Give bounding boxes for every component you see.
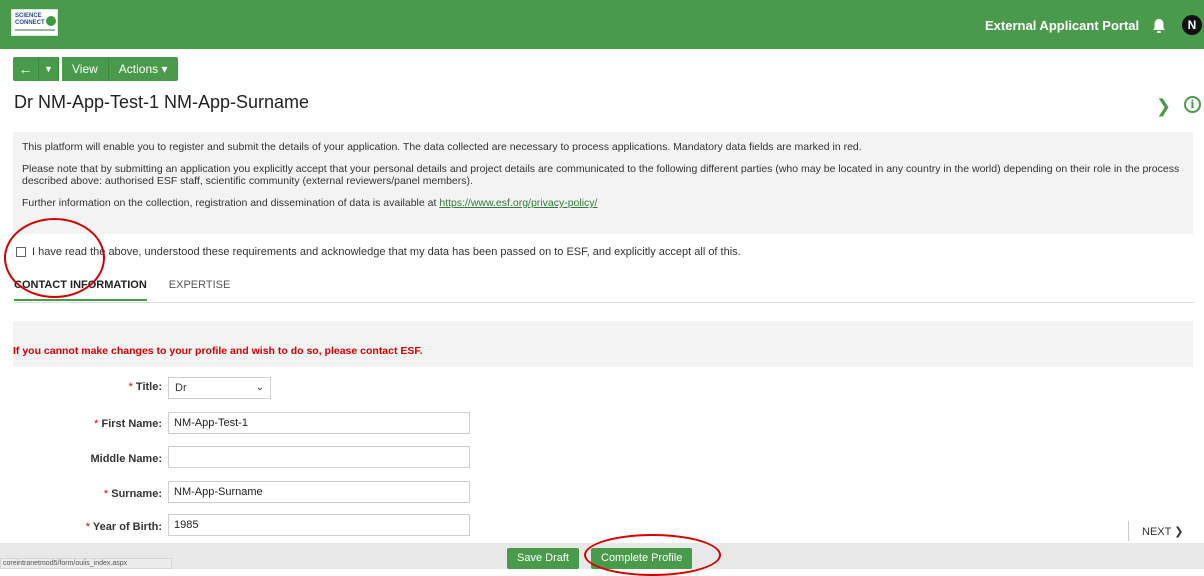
complete-profile-button[interactable]: Complete Profile (591, 548, 693, 569)
tab-contact-information[interactable]: CONTACT INFORMATION (14, 279, 147, 301)
surname-field[interactable]: NM-App-Surname (168, 481, 470, 503)
year-of-birth-field[interactable]: 1985 (168, 514, 470, 536)
title-select[interactable]: Dr ⌄ (168, 377, 271, 399)
chevron-down-icon: ⌄ (255, 382, 264, 393)
next-divider (1128, 521, 1129, 541)
privacy-policy-link[interactable]: https://www.esf.org/privacy-policy/ (439, 197, 597, 209)
info-icon[interactable]: i (1184, 96, 1201, 113)
logo-text-connect: CONNECT (15, 20, 45, 26)
bell-icon[interactable] (1150, 17, 1168, 35)
first-name-field[interactable]: NM-App-Test-1 (168, 412, 470, 434)
consent-row: I have read the above, understood these … (16, 246, 741, 258)
consent-checkbox[interactable] (16, 247, 26, 257)
science-connect-logo[interactable]: SCIENCE CONNECT (11, 9, 58, 36)
first-name-label-text: First Name: (101, 418, 162, 430)
top-header: SCIENCE CONNECT External Applicant Porta… (0, 0, 1204, 49)
warning-panel (13, 321, 1193, 367)
tab-expertise[interactable]: EXPERTISE (169, 279, 231, 301)
title-label: * Title: (42, 381, 162, 393)
middle-name-field[interactable] (168, 446, 470, 468)
portal-title[interactable]: External Applicant Portal (985, 18, 1139, 33)
middle-name-label: Middle Name: (90, 453, 162, 465)
next-button[interactable]: NEXT ❯ (1142, 525, 1183, 538)
title-select-value: Dr (175, 382, 187, 394)
profile-tabs: CONTACT INFORMATION EXPERTISE (14, 279, 252, 301)
history-dropdown-button[interactable]: ▼ (39, 57, 59, 81)
view-button[interactable]: View (62, 57, 109, 81)
save-draft-button[interactable]: Save Draft (507, 548, 579, 569)
back-button[interactable]: ← (13, 57, 39, 81)
year-of-birth-label-text: Year of Birth: (92, 521, 162, 533)
logo-tagline (15, 29, 55, 31)
logo-globe-icon (46, 16, 56, 26)
tab-divider (14, 302, 1194, 303)
required-mark: * (128, 381, 133, 393)
required-mark: * (94, 418, 99, 430)
first-name-label: * First Name: (42, 418, 162, 430)
record-toolbar: ← ▼ View Actions ▾ (13, 57, 178, 81)
info-paragraph-2: Please note that by submitting an applic… (22, 163, 1180, 187)
consent-label[interactable]: I have read the above, understood these … (32, 246, 741, 258)
required-mark: * (103, 488, 109, 500)
year-of-birth-label: * Year of Birth: (42, 521, 162, 533)
surname-label: * Surname: (42, 488, 162, 500)
info-paragraph-3-text: Further information on the collection, r… (22, 197, 440, 209)
info-paragraph-3: Further information on the collection, r… (22, 197, 1184, 209)
user-avatar[interactable]: N (1182, 15, 1202, 35)
title-label-text: Title: (135, 381, 162, 393)
page-title: Dr NM-App-Test-1 NM-App-Surname (14, 92, 310, 112)
chevron-right-icon[interactable]: ❯ (1156, 96, 1171, 117)
logo-text-science: SCIENCE (15, 13, 42, 19)
privacy-info-panel: This platform will enable you to registe… (13, 132, 1193, 234)
required-mark: * (85, 521, 91, 533)
surname-label-text: Surname: (111, 488, 162, 500)
actions-menu-button[interactable]: Actions ▾ (108, 57, 178, 81)
warning-message: If you cannot make changes to your profi… (13, 345, 423, 357)
info-paragraph-1: This platform will enable you to registe… (22, 141, 862, 153)
status-bar-url: coreintranetmod5/form/ouiis_index.aspx (0, 558, 172, 569)
